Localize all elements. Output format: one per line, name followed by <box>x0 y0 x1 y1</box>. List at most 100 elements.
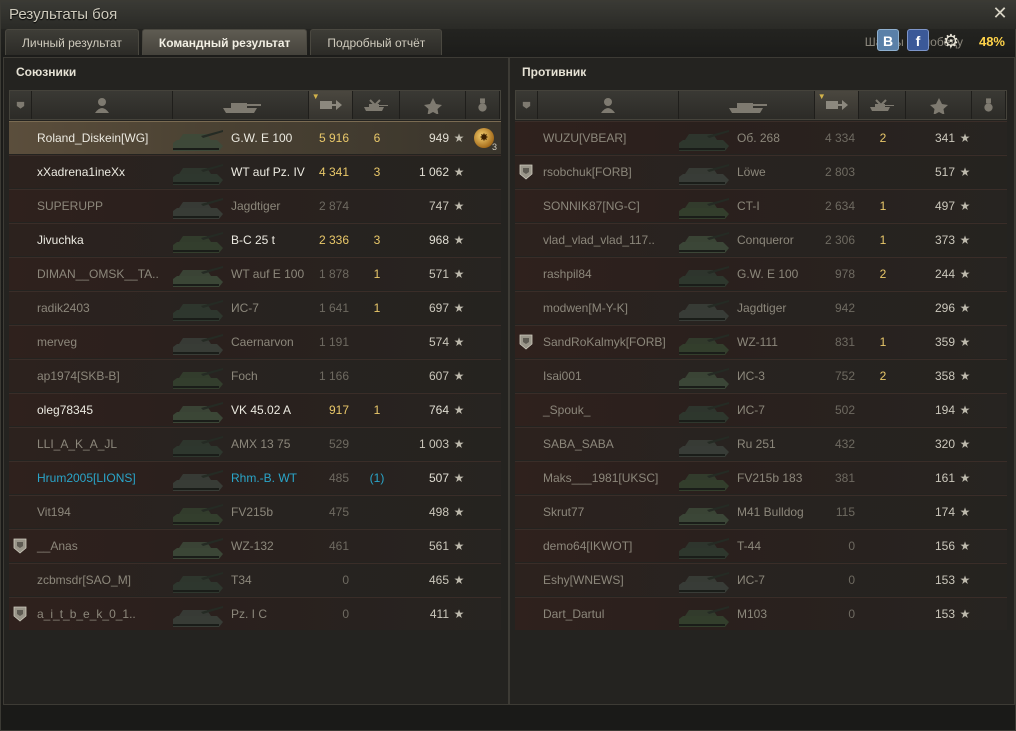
enemies-row[interactable]: Isai001 ИС-3 752 2 358 ★ <box>515 359 1007 392</box>
medal-header-icon[interactable] <box>972 91 1006 119</box>
allies-row[interactable]: a_i_t_b_e_k_0_1.. Pz. I C 0 411 ★ <box>9 597 501 630</box>
enemies-row[interactable]: SONNIK87[NG-C] CT-I 2 634 1 497 ★ <box>515 189 1007 222</box>
xp-cell: 949 <box>401 122 451 155</box>
kills-header-icon[interactable] <box>859 91 907 119</box>
kills-cell <box>353 564 401 597</box>
player-header-icon[interactable] <box>32 91 174 119</box>
enemies-row[interactable]: WUZU[VBEAR] Об. 268 4 334 2 341 ★ <box>515 121 1007 154</box>
allies-row[interactable]: ap1974[SKB-B] Foch 1 166 607 ★ <box>9 359 501 392</box>
allies-row[interactable]: Hrum2005[LIONS] Rhm.-B. WT 485 (1) 507 ★ <box>9 461 501 494</box>
title-bar: Результаты боя ✕ <box>1 1 1016 29</box>
vehicle-header-icon[interactable] <box>679 91 815 119</box>
squad-header-icon[interactable] <box>516 91 538 119</box>
kills-header-icon[interactable] <box>353 91 401 119</box>
allies-row[interactable]: __Anas WZ-132 461 561 ★ <box>9 529 501 562</box>
allies-row[interactable]: Jivuchka B-C 25 t 2 336 3 968 ★ <box>9 223 501 256</box>
table-header: ▼ <box>515 90 1007 120</box>
xp-header-icon[interactable] <box>906 91 972 119</box>
player-name: Vit194 <box>37 505 71 519</box>
gear-icon[interactable]: ⚙ <box>941 31 961 51</box>
vehicle-name: M41 Bulldog <box>737 505 804 519</box>
xp-value: 968 <box>428 233 449 247</box>
damage-header-icon[interactable]: ▼ <box>814 91 859 119</box>
vehicle-name-cell: FV215b <box>231 496 309 529</box>
vehicle-name: FV215b <box>231 505 274 519</box>
kills-cell <box>353 530 401 563</box>
tab-personal-result[interactable]: Личный результат <box>5 29 139 55</box>
tab-detailed-report[interactable]: Подробный отчёт <box>310 29 443 55</box>
allies-row[interactable]: SUPERUPP Jagdtiger 2 874 747 ★ <box>9 189 501 222</box>
star-icon: ★ <box>453 607 465 621</box>
medal-cell <box>467 462 501 495</box>
damage-value: 2 306 <box>824 233 855 247</box>
damage-value: 1 191 <box>318 335 349 349</box>
allies-row[interactable]: zcbmsdr[SAO_M] T34 0 465 ★ <box>9 563 501 596</box>
medal-header-icon[interactable] <box>466 91 500 119</box>
allies-row[interactable]: Roland_Diskein[WG] G.W. E 100 5 916 6 949 ★ ✸ 3 <box>9 121 501 154</box>
tab-team-result[interactable]: Командный результат <box>141 29 308 55</box>
enemies-row[interactable]: vlad_vlad_vlad_117.. Conqueror 2 306 1 373 ★ <box>515 223 1007 256</box>
xp-value: 949 <box>428 131 449 145</box>
star-icon: ★ <box>453 505 465 519</box>
xp-value: 194 <box>934 403 955 417</box>
xp-cell: 561 <box>401 530 451 563</box>
damage-header-icon[interactable]: ▼ <box>308 91 353 119</box>
vk-share-button[interactable]: B <box>877 29 899 51</box>
damage-value: 1 166 <box>318 369 349 383</box>
kills-value: 2 <box>879 369 887 383</box>
allies-row[interactable]: xXadrena1ineXx WT auf Pz. IV 4 341 3 1 062 ★ <box>9 155 501 188</box>
xp-header-icon[interactable] <box>400 91 466 119</box>
star-icon: ★ <box>959 403 971 417</box>
player-name-cell: Hrum2005[LIONS] <box>31 462 173 495</box>
enemies-row[interactable]: Skrut77 M41 Bulldog 115 174 ★ <box>515 495 1007 528</box>
xp-cell: 507 <box>401 462 451 495</box>
close-button[interactable]: ✕ <box>991 4 1009 22</box>
tank-silhouette-icon <box>173 537 223 559</box>
squad-header-icon[interactable] <box>10 91 32 119</box>
vehicle-name-cell: Jagdtiger <box>737 292 815 325</box>
allies-row[interactable]: LLI_A_K_A_JL AMX 13 75 529 1 003 ★ <box>9 427 501 460</box>
vehicle-header-icon[interactable] <box>173 91 309 119</box>
enemies-row[interactable]: SandRoKalmyk[FORB] WZ-111 831 1 359 ★ <box>515 325 1007 358</box>
xp-cell: 156 <box>907 530 957 563</box>
star-icon: ★ <box>453 131 465 145</box>
star-icon: ★ <box>453 267 465 281</box>
damage-value: 0 <box>848 607 855 621</box>
vehicle-name: Jagdtiger <box>231 199 281 213</box>
player-name: Jivuchka <box>37 233 84 247</box>
xp-cell: 574 <box>401 326 451 359</box>
tank-icon <box>173 564 231 597</box>
enemies-row[interactable]: Dart_Dartul M103 0 153 ★ <box>515 597 1007 630</box>
xp-cell: 358 <box>907 360 957 393</box>
enemies-row[interactable]: rashpil84 G.W. E 100 978 2 244 ★ <box>515 257 1007 290</box>
enemies-row[interactable]: demo64[IKWOT] T-44 0 156 ★ <box>515 529 1007 562</box>
enemies-row[interactable]: Maks___1981[UKSC] FV215b 183 381 161 ★ <box>515 461 1007 494</box>
squad-cell <box>9 462 31 495</box>
tank-icon <box>679 190 737 223</box>
enemies-row[interactable]: _Spouk_ ИС-7 502 194 ★ <box>515 393 1007 426</box>
squad-cell <box>515 428 537 461</box>
medal-cell <box>467 224 501 257</box>
damage-cell: 831 <box>815 326 859 359</box>
allies-row[interactable]: radik2403 ИС-7 1 641 1 697 ★ <box>9 291 501 324</box>
kills-cell: 2 <box>859 360 907 393</box>
vehicle-name-cell: Löwe <box>737 156 815 189</box>
enemies-row[interactable]: Eshy[WNEWS] ИС-7 0 153 ★ <box>515 563 1007 596</box>
facebook-share-button[interactable]: f <box>907 29 929 51</box>
allies-row[interactable]: DIMAN__OMSK__TA.. WT auf E 100 1 878 1 571 ★ <box>9 257 501 290</box>
enemies-row[interactable]: rsobchuk[FORB] Löwe 2 803 517 ★ <box>515 155 1007 188</box>
star-icon: ★ <box>453 471 465 485</box>
allies-row[interactable]: oleg78345 VK 45.02 A 917 1 764 ★ <box>9 393 501 426</box>
table-header: ▼ <box>9 90 501 120</box>
squad-cell <box>9 326 31 359</box>
player-header-icon[interactable] <box>538 91 680 119</box>
allies-row[interactable]: Vit194 FV215b 475 498 ★ <box>9 495 501 528</box>
tank-icon <box>679 360 737 393</box>
player-name: __Anas <box>37 539 78 553</box>
damage-value: 432 <box>834 437 855 451</box>
xp-value: 156 <box>934 539 955 553</box>
enemies-row[interactable]: SABA_SABA Ru 251 432 320 ★ <box>515 427 1007 460</box>
xp-cell: 1 062 <box>401 156 451 189</box>
enemies-row[interactable]: modwen[M-Y-K] Jagdtiger 942 296 ★ <box>515 291 1007 324</box>
allies-row[interactable]: merveg Caernarvon 1 191 574 ★ <box>9 325 501 358</box>
